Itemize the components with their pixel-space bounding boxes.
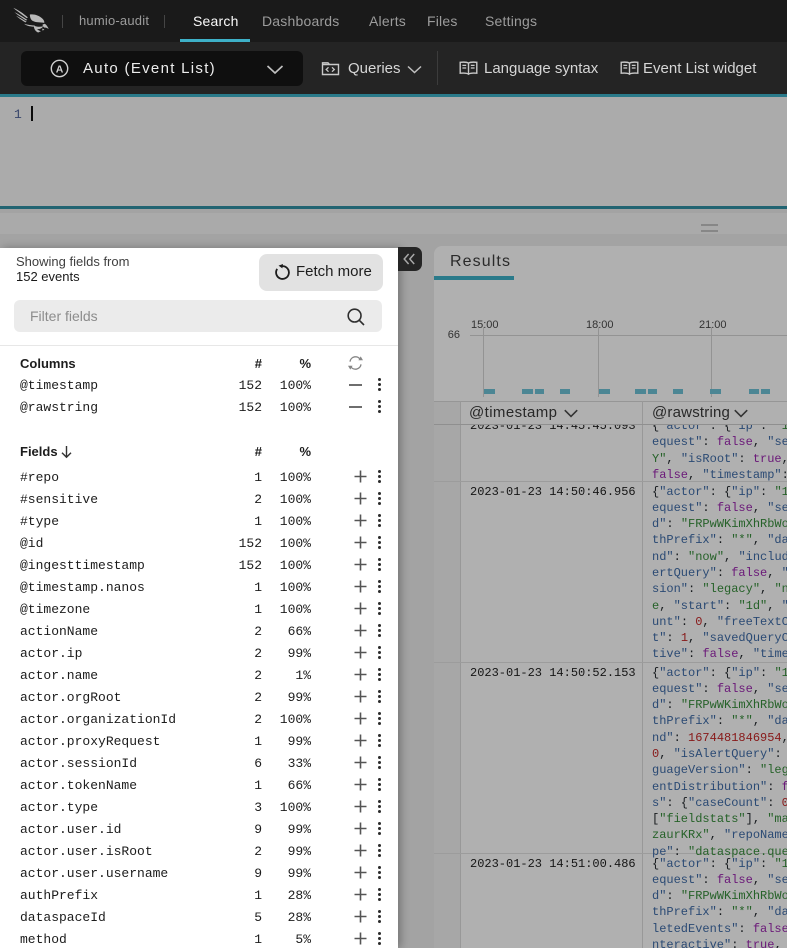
svg-text:A: A <box>56 63 64 75</box>
